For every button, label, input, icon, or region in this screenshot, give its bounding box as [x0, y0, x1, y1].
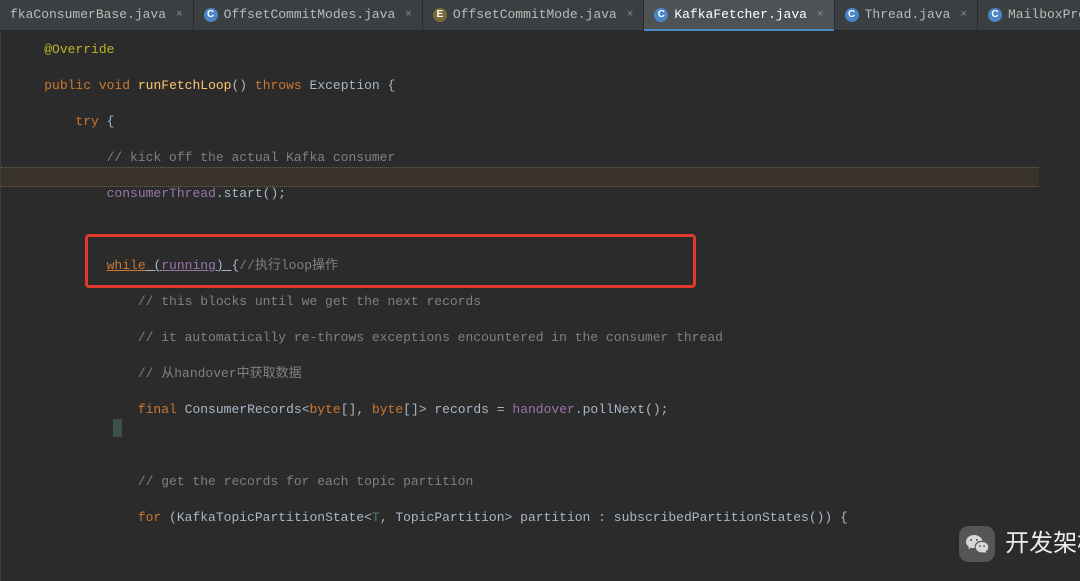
tab-label: OffsetCommitMode.java — [453, 6, 617, 24]
close-icon[interactable]: × — [627, 6, 634, 24]
tab-label: MailboxProcessor.java — [1008, 6, 1080, 24]
code-editor[interactable]: − − @Override public void runFetchLoop()… — [0, 31, 1080, 581]
annotation-box — [85, 234, 696, 288]
editor-tabbar: fkaConsumerBase.java × C OffsetCommitMod… — [0, 0, 1080, 31]
tab-mailboxprocessor[interactable]: C MailboxProcessor.java × — [978, 0, 1080, 30]
tab-label: fkaConsumerBase.java — [10, 6, 166, 24]
watermark-text: 开发架构二三事 — [1005, 535, 1080, 553]
wechat-icon — [959, 526, 995, 562]
tab-label: OffsetCommitModes.java — [224, 6, 396, 24]
tab-fkaconsumerbase[interactable]: fkaConsumerBase.java × — [0, 0, 194, 30]
source-code[interactable]: @Override public void runFetchLoop() thr… — [1, 31, 1080, 581]
close-icon[interactable]: × — [405, 6, 412, 24]
tab-label: KafkaFetcher.java — [674, 6, 807, 24]
enum-icon: E — [433, 8, 447, 22]
code-area[interactable]: @Override public void runFetchLoop() thr… — [1, 31, 1080, 581]
class-icon: C — [845, 8, 859, 22]
class-icon: C — [654, 8, 668, 22]
tab-thread[interactable]: C Thread.java × — [835, 0, 978, 30]
tab-label: Thread.java — [865, 6, 951, 24]
tab-kafkafetcher[interactable]: C KafkaFetcher.java × — [644, 0, 834, 30]
watermark: 开发架构二三事 — [959, 526, 1080, 562]
close-icon[interactable]: × — [960, 6, 967, 24]
tab-offsetcommitmode[interactable]: E OffsetCommitMode.java × — [423, 0, 644, 30]
close-icon[interactable]: × — [817, 6, 824, 24]
tab-offsetcommitmodes[interactable]: C OffsetCommitModes.java × — [194, 0, 423, 30]
close-icon[interactable]: × — [176, 6, 183, 24]
class-icon: C — [988, 8, 1002, 22]
brace-match — [113, 419, 122, 437]
class-icon: C — [204, 8, 218, 22]
